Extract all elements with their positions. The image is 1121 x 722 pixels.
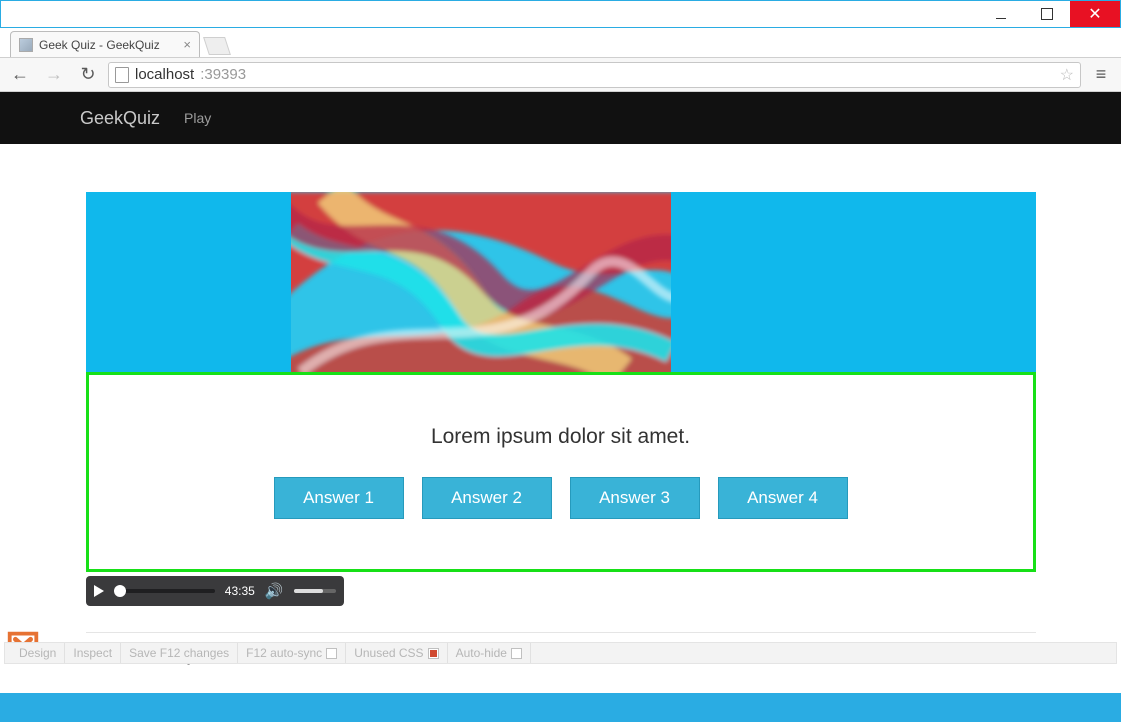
window-close-button[interactable]: ✕ [1070,1,1120,27]
window-maximize-button[interactable] [1024,1,1070,27]
window-title-bar: ✕ [0,0,1121,28]
browser-link-label: Inspect [73,646,112,660]
question-panel: Lorem ipsum dolor sit amet. Answer 1 Ans… [86,372,1036,572]
answers-row: Answer 1 Answer 2 Answer 3 Answer 4 [274,477,848,519]
footer-divider [86,632,1036,633]
browser-link-label: Unused CSS [354,646,423,660]
answer-button-4[interactable]: Answer 4 [718,477,848,519]
browser-link-label: Design [19,646,56,660]
url-host: localhost [135,66,194,83]
browser-link-item[interactable]: F12 auto-sync [238,643,346,663]
forward-button[interactable]: → [40,61,68,89]
audio-player[interactable]: 43:35 🔊 [86,576,344,606]
new-tab-button[interactable] [203,37,231,55]
browser-tab-strip: Geek Quiz - GeekQuiz × [0,28,1121,58]
content-wrap: Lorem ipsum dolor sit amet. Answer 1 Ans… [86,192,1036,665]
browser-link-item[interactable]: Unused CSS [346,643,447,663]
browser-link-item[interactable]: Inspect [65,643,121,663]
record-indicator-icon[interactable] [428,648,439,659]
back-button[interactable]: ← [6,61,34,89]
favicon-icon [19,38,33,52]
answer-button-2[interactable]: Answer 2 [422,477,552,519]
checkbox-icon[interactable] [326,648,337,659]
window-minimize-button[interactable] [978,1,1024,27]
reload-button[interactable]: ↻ [74,61,102,89]
browser-link-toolbar: Design Inspect Save F12 changes F12 auto-sy… [4,642,1117,664]
page-icon [115,67,129,83]
bookmark-star-icon[interactable]: ☆ [1060,65,1074,85]
site-navbar: GeekQuiz Play [0,92,1121,144]
time-remaining: 43:35 [225,584,255,598]
abstract-paint-image [291,192,671,372]
browser-toolbar: ← → ↻ localhost :39393 ☆ ≡ [0,58,1121,92]
chrome-menu-button[interactable]: ≡ [1087,61,1115,89]
seek-slider[interactable] [114,585,215,597]
browser-link-label: Save F12 changes [129,646,229,660]
browser-link-item[interactable]: Save F12 changes [121,643,238,663]
question-text: Lorem ipsum dolor sit amet. [431,425,690,449]
volume-slider[interactable] [294,589,336,593]
checkbox-icon[interactable] [511,648,522,659]
answer-button-3[interactable]: Answer 3 [570,477,700,519]
volume-icon[interactable]: 🔊 [265,582,284,600]
url-port: :39393 [200,66,246,83]
answer-button-1[interactable]: Answer 1 [274,477,404,519]
browser-link-item[interactable]: Design [11,643,65,663]
page-viewport: GeekQuiz Play Lorem ipsum dolo [0,92,1121,693]
nav-link-play[interactable]: Play [184,110,211,126]
address-bar[interactable]: localhost :39393 ☆ [108,62,1081,88]
browser-link-label: F12 auto-sync [246,646,322,660]
tab-title: Geek Quiz - GeekQuiz [39,38,160,52]
browser-link-item[interactable]: Auto-hide [448,643,531,663]
site-brand[interactable]: GeekQuiz [80,108,160,129]
tab-close-icon[interactable]: × [183,37,191,52]
play-icon[interactable] [94,585,104,597]
hero-image-strip [86,192,1036,372]
browser-link-label: Auto-hide [456,646,507,660]
browser-tab[interactable]: Geek Quiz - GeekQuiz × [10,31,200,57]
